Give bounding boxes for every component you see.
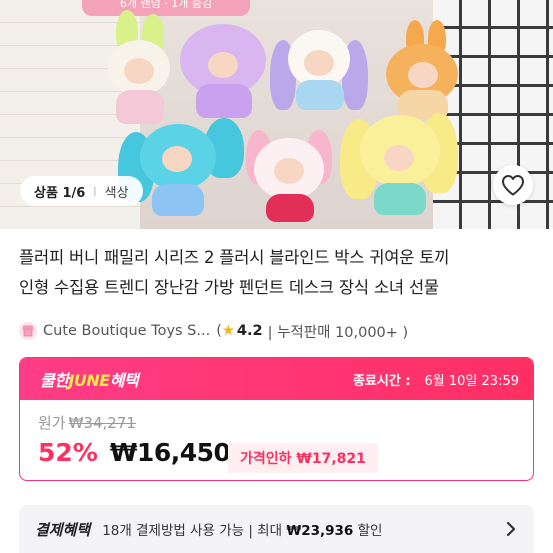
plush-toy-purple	[180, 20, 270, 120]
promo-header: 쿨한JUNE혜택 종료시간 : 6월 10일 23:59	[20, 358, 533, 400]
promo-brand-prefix: 쿨한	[40, 371, 69, 390]
promo-brand-suffix: 혜택	[109, 371, 139, 390]
plush-toy-pink	[240, 120, 340, 225]
chevron-right-icon[interactable]	[502, 520, 520, 538]
promo-card: 쿨한JUNE혜택 종료시간 : 6월 10일 23:59 원가 ₩34,271 52…	[19, 357, 534, 481]
pill-divider: |	[93, 185, 97, 197]
store-sales: | 누적판매 10,000+ )	[267, 324, 409, 341]
original-price-row: 원가 ₩34,271	[38, 412, 136, 433]
payment-benefits-row[interactable]: 결제혜택 18개 결제방법 사용 가능 | 최대 ₩23,936 할인	[19, 505, 534, 553]
promo-end-date: 6월 10일 23:59	[424, 373, 519, 389]
image-counter: 상품 1/6	[34, 185, 86, 201]
sale-price: ₩16,450	[109, 438, 231, 467]
payment-benefits-desc: 18개 결제방법 사용 가능 | 최대 ₩23,936 할인	[102, 519, 502, 539]
price-drop-badge: 가격인하 ₩17,821	[228, 443, 378, 473]
plush-toy-yellow	[340, 105, 460, 220]
sale-price-row: 52% ₩16,450	[38, 438, 231, 467]
product-title-line2: 인형 수집용 트렌디 장난감 가방 펜던트 데스크 장식 소녀 선물	[19, 278, 439, 297]
plush-toy-green	[100, 10, 180, 124]
store-logo-icon	[19, 322, 37, 340]
promo-end-time: 종료시간 : 6월 10일 23:59	[353, 370, 519, 389]
promo-end-label: 종료시간 :	[352, 373, 411, 389]
store-rating: 4.2	[236, 323, 263, 339]
payment-method-count: 18	[102, 523, 120, 539]
payment-desc-end: 할인	[353, 523, 383, 539]
image-counter-pill: 상품 1/6 | 색상	[20, 176, 143, 206]
store-row[interactable]: Cute Boutique Toys S... ( ★ 4.2 | 누적판매 1…	[19, 320, 408, 342]
payment-max-discount: ₩23,936	[286, 523, 354, 539]
star-icon: ★	[221, 323, 235, 339]
heart-icon	[502, 175, 524, 196]
promo-brand: 쿨한JUNE혜택	[40, 367, 139, 391]
option-tag[interactable]: 색상	[105, 182, 129, 201]
store-name[interactable]: Cute Boutique Toys S...	[43, 323, 210, 339]
promo-brand-highlight: JUNE	[68, 371, 110, 390]
product-title: 플러피 버니 패밀리 시리즈 2 플러시 블라인드 박스 귀여운 토끼 인형 수…	[19, 243, 539, 303]
payment-desc-mid: 개 결제방법 사용 가능 | 최대	[119, 523, 287, 539]
product-image[interactable]: 6개 랜덤 · 1개 숨김 상품 1/6 | 색상	[0, 0, 553, 229]
discount-percent: 52%	[38, 438, 98, 467]
plush-toy-blue	[118, 110, 248, 220]
payment-benefits-label: 결제혜택	[35, 520, 91, 539]
favorite-button[interactable]	[493, 165, 533, 205]
original-price-label: 원가	[38, 414, 66, 432]
product-title-line1: 플러피 버니 패밀리 시리즈 2 플러시 블라인드 박스 귀여운 토끼	[19, 248, 450, 267]
plush-toy-lavender	[270, 10, 370, 120]
original-price: ₩34,271	[68, 414, 136, 432]
